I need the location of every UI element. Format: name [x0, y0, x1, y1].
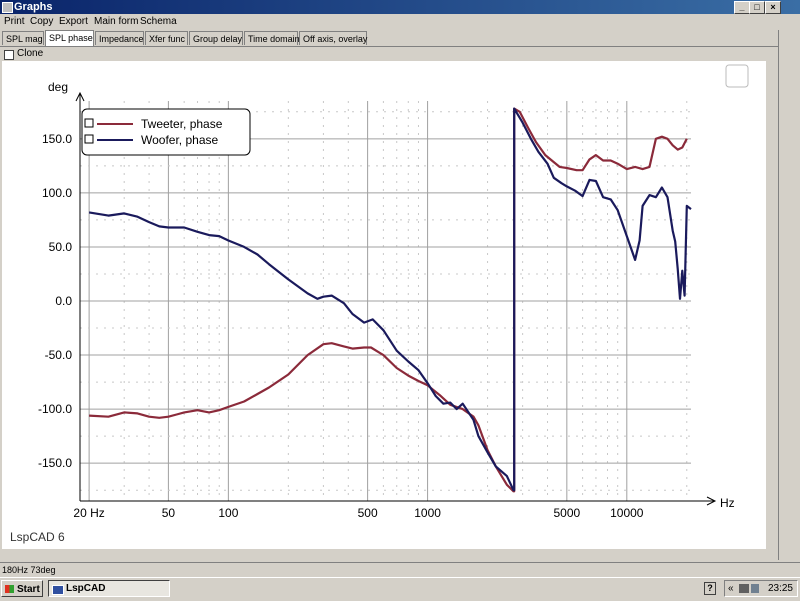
y-tick-label: -50.0 [45, 348, 73, 362]
tray-expand-icon[interactable]: « [728, 583, 734, 594]
speaker-icon[interactable] [739, 584, 749, 593]
menu-schema[interactable]: Schema [140, 16, 177, 27]
windows-logo-icon [5, 585, 14, 593]
phase-chart[interactable]: 150.0 100.0 50.0 0.0 -50.0 -100.0 -150.0 20 Hz 5… [2, 61, 766, 549]
y-axis-label: deg [48, 80, 68, 94]
tab-time-domain[interactable]: Time domain [244, 31, 300, 45]
y-tick-label: 100.0 [42, 186, 72, 200]
menu-copy[interactable]: Copy [30, 16, 53, 27]
tab-spl-mag[interactable]: SPL mag [2, 31, 44, 45]
menu-main-form[interactable]: Main form [94, 16, 138, 27]
x-tick-label: 10000 [610, 506, 644, 520]
legend-box [81, 108, 251, 156]
x-tick-label: 100 [218, 506, 238, 520]
maximize-button[interactable]: □ [749, 1, 765, 14]
graph-tabs: SPL mag SPL phase Impedance Xfer func Gr… [0, 30, 780, 47]
taskbar: Start LspCAD ? « 23:25 [0, 577, 800, 601]
x-tick-label: 1000 [414, 506, 441, 520]
lspcad-icon [52, 585, 64, 595]
tab-group-delay[interactable]: Group delay [189, 31, 243, 45]
legend-label: Tweeter, phase [141, 117, 223, 131]
x-tick-label: 5000 [553, 506, 580, 520]
system-tray: « 23:25 [724, 580, 798, 597]
y-tick-label: -150.0 [38, 456, 72, 470]
network-icon[interactable] [751, 584, 759, 593]
status-text: 180Hz 73deg [2, 565, 56, 575]
x-tick-label: 50 [162, 506, 176, 520]
status-bar: 180Hz 73deg [0, 562, 800, 577]
x-tick-label: 20 Hz [73, 506, 104, 520]
y-tick-label: 150.0 [42, 132, 72, 146]
right-panel [778, 30, 800, 560]
taskbar-app-label: LspCAD [66, 583, 106, 594]
start-button[interactable]: Start [1, 580, 43, 597]
tab-off-axis-overlay[interactable]: Off axis, overlay [299, 31, 367, 45]
start-label: Start [17, 584, 40, 595]
x-tick-label: 500 [358, 506, 378, 520]
clock: 23:25 [767, 583, 793, 594]
legend-label: Woofer, phase [141, 133, 218, 147]
grid [80, 101, 691, 501]
window-titlebar: Graphs _ □ × [0, 0, 800, 14]
legend: Tweeter, phase Woofer, phase [81, 108, 251, 156]
close-button[interactable]: × [765, 1, 781, 14]
tab-impedance[interactable]: Impedance [95, 31, 144, 45]
app-icon [2, 2, 13, 13]
clone-checkbox[interactable] [4, 50, 14, 60]
tab-xfer-func[interactable]: Xfer func [145, 31, 188, 45]
taskbar-app-lspcad[interactable]: LspCAD [48, 580, 170, 597]
tab-spl-phase[interactable]: SPL phase [45, 30, 94, 46]
corner-box[interactable] [725, 64, 749, 88]
y-tick-label: -100.0 [38, 402, 72, 416]
graph-panel: 150.0 100.0 50.0 0.0 -50.0 -100.0 -150.0 20 Hz 5… [2, 61, 766, 549]
menu-print[interactable]: Print [4, 16, 25, 27]
minimize-button[interactable]: _ [734, 1, 750, 14]
help-icon[interactable]: ? [704, 582, 716, 595]
legend-checkbox[interactable] [84, 118, 94, 128]
window-title: Graphs [14, 1, 53, 13]
y-tick-label: 0.0 [55, 294, 72, 308]
x-axis-label: Hz [720, 496, 735, 510]
legend-checkbox[interactable] [84, 134, 94, 144]
clone-label: Clone [17, 48, 44, 59]
tweeter-phase-line [89, 107, 688, 493]
menu-bar: Print Copy Export Main form Schema [0, 14, 800, 30]
watermark-label: LspCAD 6 [10, 530, 65, 544]
y-tick-label: 50.0 [49, 240, 73, 254]
menu-export[interactable]: Export [59, 16, 88, 27]
